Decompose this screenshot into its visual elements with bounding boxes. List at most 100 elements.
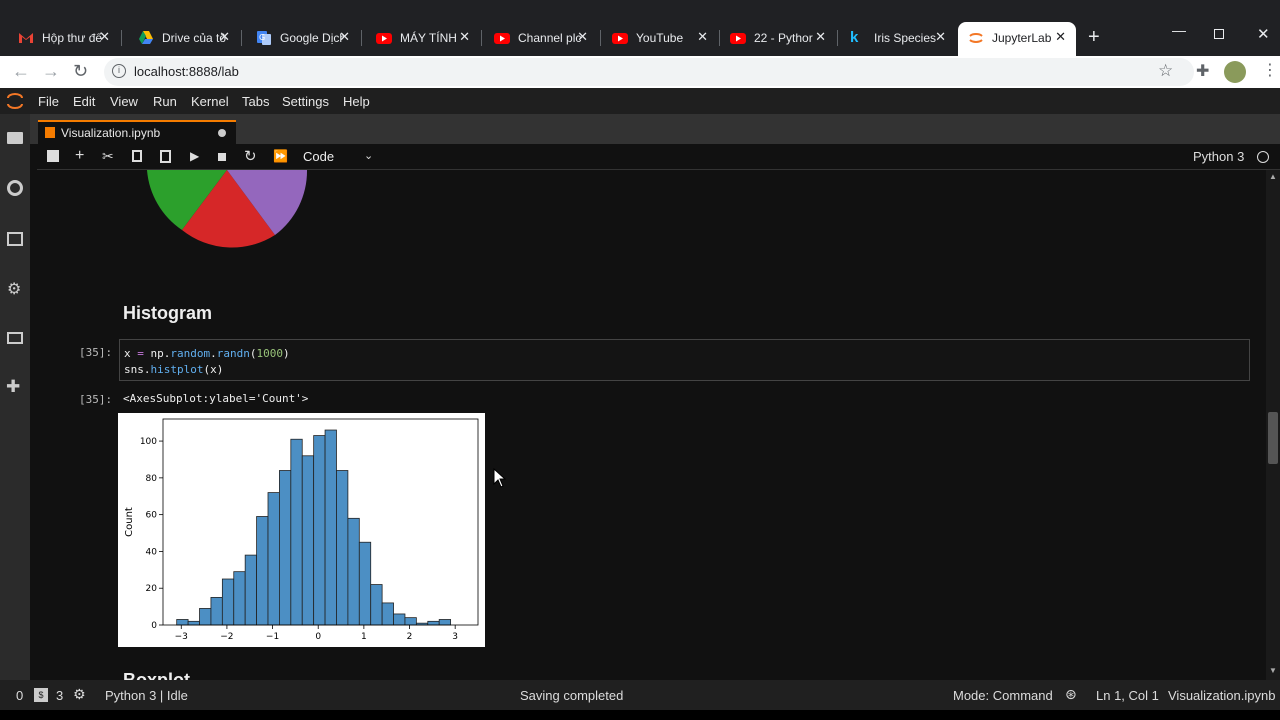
close-icon[interactable]: ✕	[459, 29, 470, 45]
menu-help[interactable]: Help	[343, 94, 370, 109]
browser-tab-youtube-3[interactable]: YouTube ✕	[594, 24, 718, 52]
property-inspector-icon[interactable]: ⚙	[7, 279, 21, 299]
bug-icon[interactable]: ⊛	[1065, 686, 1077, 703]
output-text: <AxesSubplot:ylabel='Count'>	[123, 392, 309, 405]
close-icon[interactable]: ✕	[219, 29, 230, 45]
histogram-bar	[210, 597, 223, 626]
gear-icon[interactable]: ⚙	[73, 686, 86, 703]
extensions-puzzle-icon[interactable]: ✚	[1196, 61, 1209, 81]
status-terminals-count[interactable]: 0	[16, 688, 23, 703]
browser-tab-strip: Hộp thư đế ✕ Drive của tô ✕ G Google Dịc…	[0, 0, 1280, 56]
running-icon[interactable]	[7, 180, 23, 196]
forward-button[interactable]: →	[42, 61, 60, 82]
cell-type-select[interactable]: Code	[303, 149, 334, 164]
histogram-bar	[301, 455, 315, 626]
status-kernels-count[interactable]: 3	[56, 688, 63, 703]
browser-tab-translate[interactable]: G Google Dịch ✕	[238, 24, 360, 52]
window-close-button[interactable]: ✕	[1257, 25, 1270, 43]
close-icon[interactable]: ✕	[577, 29, 588, 45]
close-icon[interactable]: ✕	[697, 29, 708, 45]
address-bar[interactable]: i localhost:8888/lab ☆	[104, 58, 1194, 86]
histogram-bar	[438, 619, 452, 626]
paste-icon[interactable]	[160, 150, 171, 163]
histogram-bar	[256, 516, 269, 626]
histogram-bar	[427, 620, 440, 626]
notebook-panel[interactable]: Histogram [35]: x = np.random.randn(1000…	[37, 170, 1266, 680]
avatar[interactable]	[1224, 61, 1246, 83]
add-cell-icon[interactable]: +	[75, 147, 84, 165]
cursor-position[interactable]: Ln 1, Col 1	[1096, 688, 1159, 703]
histogram-bar	[393, 613, 406, 626]
copy-icon[interactable]	[132, 150, 142, 162]
histogram-bar	[233, 571, 246, 626]
histogram-bar	[404, 617, 417, 626]
y-tick-label: 0	[151, 621, 157, 631]
browser-tab-youtube-2[interactable]: Channel plc ✕	[476, 24, 598, 52]
menu-kernel[interactable]: Kernel	[191, 94, 229, 109]
browser-tab-youtube-1[interactable]: MÁY TÍNH ✕	[358, 24, 480, 52]
close-icon[interactable]: ✕	[339, 29, 350, 45]
menu-tabs[interactable]: Tabs	[242, 94, 269, 109]
back-button[interactable]: ←	[12, 61, 30, 82]
status-bar: 0 $ 3 ⚙ Python 3 | Idle Saving completed…	[0, 680, 1280, 710]
menu-settings[interactable]: Settings	[282, 94, 329, 109]
doc-tab-title: Visualization.ipynb	[61, 126, 161, 140]
scroll-down-arrow[interactable]: ▼	[1269, 666, 1277, 675]
menu-view[interactable]: View	[110, 94, 138, 109]
browser-tab-jupyterlab[interactable]: JupyterLab ✕	[950, 24, 1076, 52]
more-menu-icon[interactable]: ⋮	[1262, 60, 1278, 80]
unsaved-indicator[interactable]	[218, 129, 226, 137]
kernel-name[interactable]: Python 3	[1193, 149, 1244, 164]
menu-run[interactable]: Run	[153, 94, 177, 109]
boxplot-heading-partial: Boxplot	[123, 670, 190, 680]
browser-tab-gmail[interactable]: Hộp thư đế ✕	[0, 24, 120, 52]
close-icon[interactable]: ✕	[935, 29, 946, 45]
tabs-icon[interactable]	[7, 332, 23, 344]
reload-button[interactable]: ↻	[73, 61, 88, 82]
folder-icon[interactable]	[7, 132, 23, 144]
run-icon[interactable]: ▶	[190, 149, 199, 163]
y-tick-label: 40	[146, 547, 158, 557]
bookmark-star-icon[interactable]: ☆	[1158, 61, 1173, 81]
commands-icon[interactable]	[7, 232, 23, 246]
cut-icon[interactable]: ✂	[102, 148, 114, 165]
gmail-icon	[18, 30, 34, 46]
y-tick-label: 20	[146, 584, 158, 594]
histogram-figure: −3 −2 −1 0 1 2 3 0 20 40 60 80 100 Count	[118, 413, 485, 647]
restore-button[interactable]	[1214, 29, 1224, 39]
histogram-bar	[176, 619, 189, 626]
fast-forward-icon[interactable]: ⏩	[273, 149, 288, 163]
close-icon[interactable]: ✕	[99, 29, 110, 45]
terminal-icon: $	[34, 688, 48, 702]
scrollbar-thumb[interactable]	[1268, 412, 1278, 464]
browser-tab-kaggle[interactable]: k Iris Species ✕	[832, 24, 956, 52]
minimize-button[interactable]: —	[1172, 22, 1186, 38]
menu-edit[interactable]: Edit	[73, 94, 95, 109]
stop-icon[interactable]	[218, 153, 226, 161]
notebook-icon	[45, 127, 55, 138]
close-icon[interactable]: ✕	[815, 29, 826, 45]
extension-manager-icon[interactable]: ✚	[6, 377, 20, 397]
chevron-down-icon[interactable]: ⌄	[364, 149, 373, 162]
output-prompt: [35]:	[79, 393, 113, 406]
browser-tab-youtube-4[interactable]: 22 - Pythor ✕	[712, 24, 836, 52]
new-tab-button[interactable]: +	[1088, 27, 1100, 47]
notebook-scrollbar[interactable]: ▲ ▼	[1266, 170, 1280, 680]
tab-visualization-notebook[interactable]: Visualization.ipynb	[38, 120, 236, 144]
close-icon[interactable]: ✕	[1055, 29, 1066, 45]
restart-icon[interactable]: ↻	[244, 147, 257, 165]
code-line-2: sns.histplot(x)	[124, 363, 224, 376]
code-line-1: x = np.random.randn(1000)	[124, 347, 290, 360]
browser-tab-drive[interactable]: Drive của tô ✕	[120, 24, 240, 52]
info-icon[interactable]: i	[112, 64, 126, 78]
scroll-up-arrow[interactable]: ▲	[1269, 172, 1277, 181]
kernel-status-text[interactable]: Python 3 | Idle	[105, 688, 188, 703]
menu-file[interactable]: File	[38, 94, 59, 109]
tab-title: Iris Species	[874, 31, 937, 45]
left-sidebar: ⚙ ✚	[0, 114, 30, 680]
jupyter-menubar: File Edit View Run Kernel Tabs Settings …	[0, 88, 1280, 114]
histogram-bar	[244, 554, 257, 626]
code-cell[interactable]: x = np.random.randn(1000) sns.histplot(x…	[119, 339, 1250, 381]
kaggle-icon: k	[850, 29, 859, 46]
save-icon[interactable]	[47, 150, 59, 162]
